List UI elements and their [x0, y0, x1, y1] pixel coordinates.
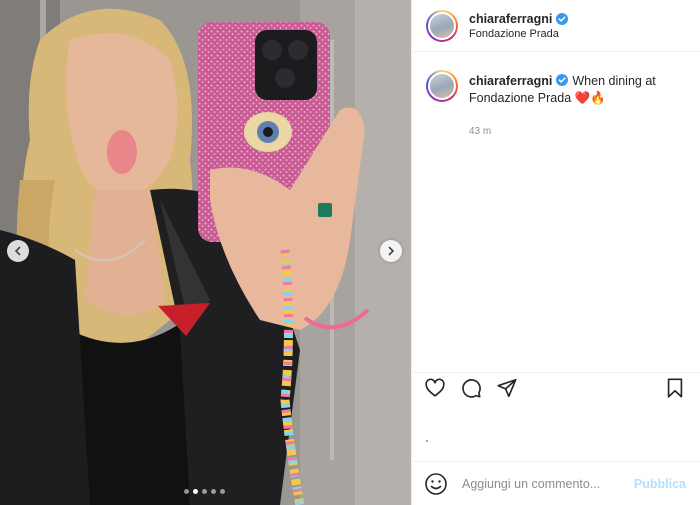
carousel-prev-button[interactable] — [7, 240, 29, 262]
post-media[interactable] — [0, 0, 411, 505]
share-button[interactable] — [496, 377, 520, 401]
location-link[interactable]: Fondazione Prada — [469, 28, 568, 40]
chevron-left-icon — [14, 246, 21, 256]
like-button[interactable] — [424, 377, 448, 401]
carousel-dot-active — [193, 489, 198, 494]
carousel-dot — [202, 489, 207, 494]
header-username-link[interactable]: chiaraferragni — [469, 12, 552, 26]
carousel-dot — [211, 489, 216, 494]
instagram-post: chiaraferragni Fondazione Prada chiarafe… — [0, 0, 700, 505]
comment-button[interactable] — [460, 377, 484, 401]
post-caption: chiaraferragni When dining at Fondazione… — [426, 70, 688, 140]
action-bar — [412, 372, 700, 400]
carousel-indicator — [184, 489, 225, 494]
avatar[interactable] — [426, 9, 458, 42]
comment-bar: Pubblica — [412, 461, 700, 505]
chevron-right-icon — [388, 246, 395, 256]
post-header: chiaraferragni Fondazione Prada — [412, 0, 700, 52]
carousel-dot — [220, 489, 225, 494]
caption-emoji: ❤️🔥 — [574, 91, 606, 105]
bookmark-icon — [667, 377, 683, 398]
caption-username-link[interactable]: chiaraferragni — [469, 74, 552, 88]
verified-badge-icon — [556, 74, 569, 86]
post-side-panel: chiaraferragni Fondazione Prada chiarafe… — [411, 0, 700, 505]
publish-button[interactable]: Pubblica — [634, 477, 686, 491]
comment-icon — [462, 378, 481, 398]
post-photo — [0, 0, 411, 505]
likes-placeholder-dot — [426, 440, 428, 442]
carousel-dot — [184, 489, 189, 494]
save-button[interactable] — [664, 377, 688, 401]
share-icon — [497, 378, 517, 397]
caption-timestamp[interactable]: 43 m — [469, 123, 688, 140]
verified-badge-icon — [556, 12, 569, 25]
caption-avatar[interactable] — [426, 70, 458, 102]
emoji-button[interactable] — [424, 472, 448, 496]
emoji-icon — [425, 472, 447, 495]
comment-input[interactable] — [462, 476, 634, 491]
heart-icon — [425, 378, 445, 397]
carousel-next-button[interactable] — [380, 240, 402, 262]
